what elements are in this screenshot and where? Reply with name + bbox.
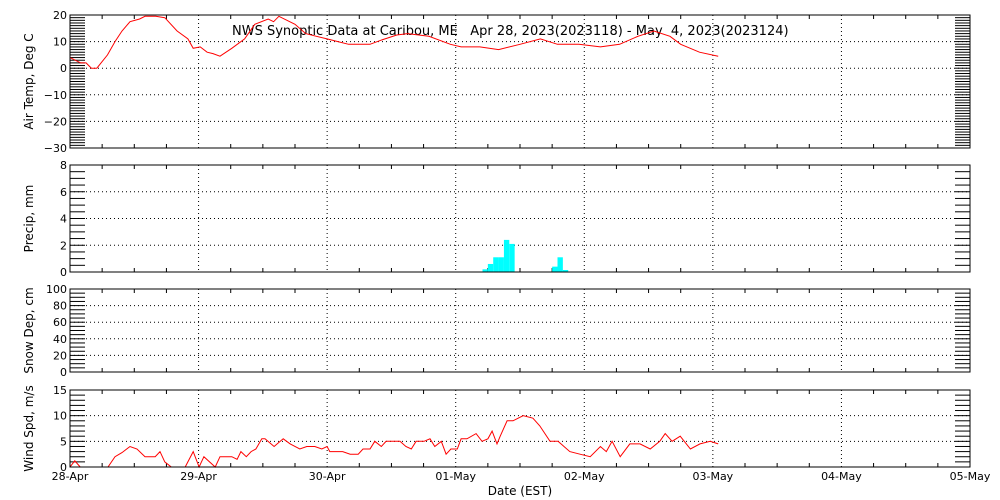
y-axis-label: Air Temp, Deg C [22, 33, 36, 129]
y-tick-label: −20 [44, 115, 67, 128]
precip-bar [557, 257, 563, 272]
panel-precip: 0 2 4 6 8 Precip, mm [22, 159, 971, 279]
y-tick-label: 10 [53, 410, 67, 423]
x-tick-label: 28-Apr [52, 470, 89, 483]
x-tick-label: 04-May [821, 470, 862, 483]
x-axis-label: Date (EST) [488, 484, 552, 498]
x-tick-label: 02-May [564, 470, 605, 483]
synoptic-chart: NWS Synoptic Data at Caribou, ME Apr 28,… [22, 9, 991, 498]
panel-wind-speed: 28-Apr 29-Apr 30-Apr 01-May 02-May 03-May 04-M… [22, 384, 991, 483]
y-tick-label: 0 [60, 62, 67, 75]
precip-bar [487, 263, 494, 272]
y-tick-label: 20 [53, 349, 67, 362]
panel-snow-depth: 0 20 40 60 80 100 Snow Dep, cm [22, 283, 971, 379]
precip-bar [493, 257, 499, 272]
x-tick-label: 01-May [435, 470, 476, 483]
y-tick-label: 0 [60, 461, 67, 474]
x-tick-label: 05-May [950, 470, 991, 483]
y-tick-label: 10 [53, 36, 67, 49]
y-tick-label: 0 [60, 366, 67, 379]
y-axis-label: Snow Dep, cm [22, 287, 36, 373]
y-tick-label: 6 [60, 186, 67, 199]
plot-frame [69, 288, 971, 373]
y-tick-label: −30 [44, 142, 67, 155]
y-tick-label: 5 [60, 435, 67, 448]
y-tick-label: 0 [60, 266, 67, 279]
chart-title: NWS Synoptic Data at Caribou, ME Apr 28,… [232, 24, 789, 39]
y-tick-label: −10 [44, 89, 67, 102]
y-tick-label: 4 [60, 213, 67, 226]
plot-frame [69, 389, 971, 468]
y-tick-label: 15 [53, 384, 67, 397]
y-tick-label: 60 [53, 316, 67, 329]
y-tick-label: 80 [53, 300, 67, 313]
precip-bar [503, 239, 510, 272]
y-tick-label: 20 [53, 9, 67, 22]
y-tick-label: 8 [60, 159, 67, 172]
y-tick-label: 40 [53, 333, 67, 346]
y-axis-label: Precip, mm [22, 185, 36, 253]
precip-bar [498, 257, 504, 272]
y-axis-label: Wind Spd, m/s [22, 385, 36, 471]
precip-bar [552, 266, 558, 272]
x-tick-label: 30-Apr [309, 470, 346, 483]
x-tick-label: 29-Apr [180, 470, 217, 483]
precip-bar [509, 243, 515, 272]
y-tick-label: 100 [46, 283, 67, 296]
wind-speed-line [69, 415, 719, 469]
y-tick-label: 2 [60, 239, 67, 252]
x-tick-label: 03-May [692, 470, 733, 483]
